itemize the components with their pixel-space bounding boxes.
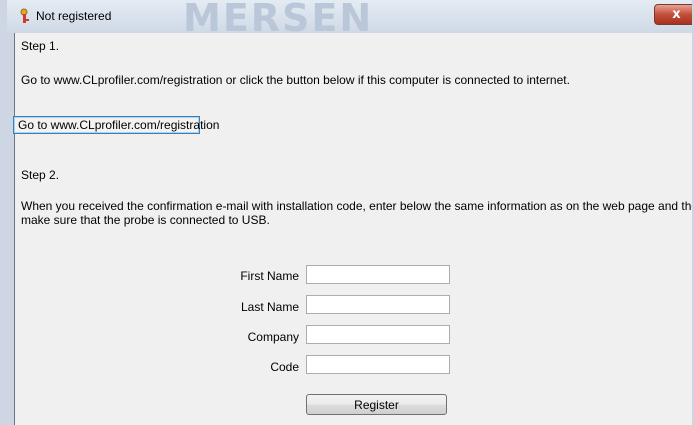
step2-heading: Step 2. xyxy=(21,168,60,182)
company-input[interactable] xyxy=(306,325,450,344)
step1-heading: Step 1. xyxy=(21,39,60,53)
window-title: Not registered xyxy=(36,9,112,23)
close-button[interactable]: x xyxy=(654,4,692,25)
register-button[interactable]: Register xyxy=(306,394,447,415)
code-input[interactable] xyxy=(306,355,450,374)
close-icon: x xyxy=(672,7,681,22)
key-icon xyxy=(19,8,33,24)
step2-instruction-line2: make sure that the probe is connected to… xyxy=(21,213,270,227)
company-label: Company xyxy=(247,330,299,344)
first-name-input[interactable] xyxy=(306,265,450,284)
dialog-body: Step 1. Go to www.CLprofiler.com/registr… xyxy=(13,33,692,425)
title-bar[interactable]: Not registered MERSEN x xyxy=(7,0,692,40)
code-label: Code xyxy=(270,360,299,374)
registration-link-button[interactable]: Go to www.CLprofiler.com/registration xyxy=(13,116,219,134)
first-name-label: First Name xyxy=(240,269,299,283)
step1-instruction: Go to www.CLprofiler.com/registration or… xyxy=(21,73,570,87)
last-name-label: Last Name xyxy=(240,300,299,314)
last-name-input[interactable] xyxy=(306,295,450,314)
step2-instruction-line1: When you received the confirmation e-mai… xyxy=(21,199,692,213)
registration-window: Not registered MERSEN x Step 1. Go to ww… xyxy=(0,0,694,425)
